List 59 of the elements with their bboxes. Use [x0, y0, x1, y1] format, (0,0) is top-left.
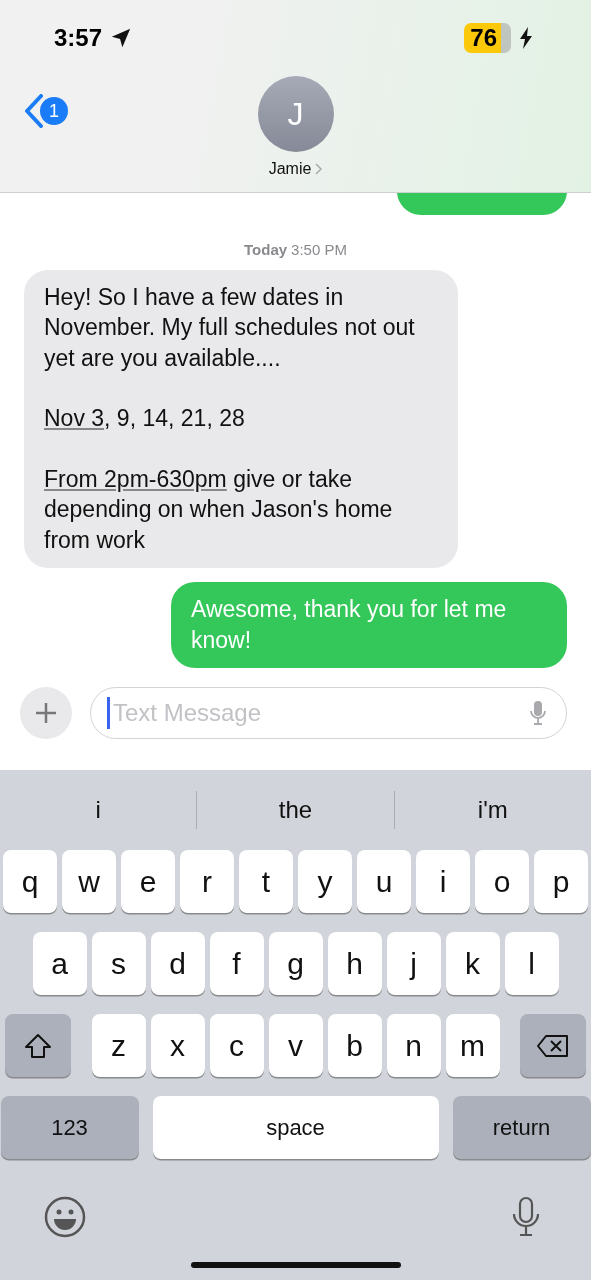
delete-key[interactable]: [520, 1014, 586, 1077]
add-button[interactable]: [20, 687, 72, 739]
return-key[interactable]: return: [452, 1096, 591, 1159]
word-suggestion[interactable]: the: [196, 791, 394, 829]
charging-bolt-icon: [519, 27, 533, 49]
letter-key[interactable]: r: [180, 850, 234, 913]
date-link[interactable]: From 2pm-630pm: [44, 465, 227, 492]
letter-key[interactable]: i: [416, 850, 470, 913]
microphone-icon: [511, 1195, 541, 1238]
letter-key[interactable]: w: [62, 850, 116, 913]
letter-key[interactable]: g: [268, 932, 323, 995]
smiley-icon: [44, 1195, 86, 1238]
letter-key[interactable]: a: [32, 932, 87, 995]
letter-key[interactable]: f: [209, 932, 264, 995]
letter-key[interactable]: d: [150, 932, 205, 995]
letter-key[interactable]: n: [386, 1014, 441, 1077]
back-chevron-icon: [24, 94, 44, 128]
letter-key[interactable]: s: [91, 932, 146, 995]
space-key[interactable]: space: [152, 1096, 439, 1159]
unread-badge: 1: [40, 97, 68, 125]
received-message-bubble: Hey! So I have a few dates in November. My full schedules not out yet are you available.... Nov 3, 9, 14, 21, 28 From 2pm-630pm give or take depending on when Jason's home from work: [24, 269, 458, 568]
letter-key[interactable]: q: [3, 850, 57, 913]
letter-key[interactable]: p: [534, 850, 588, 913]
shift-arrow-icon: [24, 1032, 52, 1059]
word-suggestion[interactable]: i'm: [393, 791, 591, 829]
numbers-key[interactable]: 123: [0, 1096, 139, 1159]
letter-key[interactable]: c: [209, 1014, 264, 1077]
letter-key[interactable]: o: [475, 850, 529, 913]
timestamp-time: 3:50 PM: [291, 240, 347, 258]
letter-key[interactable]: v: [268, 1014, 323, 1077]
word-suggestion[interactable]: i: [0, 791, 197, 829]
sent-message-bubble: Awesome, thank you for let me know!: [171, 582, 567, 668]
letter-key[interactable]: t: [239, 850, 293, 913]
status-time: 3:57: [54, 24, 103, 52]
battery-level: 76: [464, 23, 511, 53]
date-link[interactable]: Nov 3: [44, 405, 105, 431]
dictation-button[interactable]: [511, 1195, 541, 1238]
letter-key[interactable]: h: [327, 932, 382, 995]
message-input-field[interactable]: Text Message: [90, 687, 567, 739]
chevron-right-icon: [315, 163, 323, 175]
letter-key[interactable]: x: [150, 1014, 205, 1077]
letter-key[interactable]: b: [327, 1014, 382, 1077]
shift-key[interactable]: [5, 1014, 71, 1077]
backspace-icon: [536, 1033, 570, 1058]
letter-key[interactable]: j: [386, 932, 441, 995]
letter-key[interactable]: l: [504, 932, 559, 995]
timestamp-day: Today: [244, 240, 288, 258]
emoji-button[interactable]: [44, 1195, 86, 1238]
letter-key[interactable]: e: [121, 850, 175, 913]
letter-key[interactable]: y: [298, 850, 352, 913]
letter-key[interactable]: k: [445, 932, 500, 995]
letter-key[interactable]: m: [445, 1014, 500, 1077]
plus-icon: [35, 702, 57, 724]
letter-key[interactable]: z: [91, 1014, 146, 1077]
location-arrow-icon: [110, 27, 133, 49]
back-button[interactable]: 1: [24, 94, 68, 128]
contact-name[interactable]: Jamie: [268, 160, 323, 178]
letter-key[interactable]: u: [357, 850, 411, 913]
text-cursor: [107, 697, 110, 729]
